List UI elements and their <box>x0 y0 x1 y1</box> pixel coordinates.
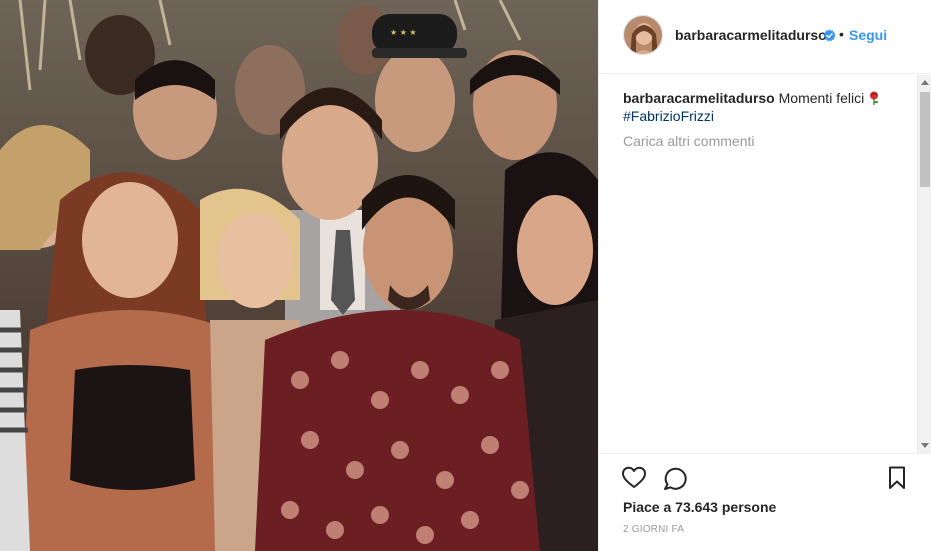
author-username[interactable]: barbaracarmelitadurso <box>675 27 827 43</box>
comments-scrollbar[interactable] <box>917 75 931 453</box>
scroll-up-arrow-icon[interactable] <box>921 80 929 85</box>
post-header: barbaracarmelitadurso • Segui <box>599 0 931 74</box>
comment-icon[interactable] <box>662 465 688 491</box>
post-details-panel: barbaracarmelitadurso • Segui barbaracar… <box>598 0 931 551</box>
heart-icon[interactable] <box>621 465 647 491</box>
hashtag-link[interactable]: #FabrizioFrizzi <box>623 107 903 125</box>
follow-button[interactable]: Segui <box>849 27 887 43</box>
post-photo[interactable]: ★ ★ ★ <box>0 0 598 551</box>
caption-username[interactable]: barbaracarmelitadurso <box>623 90 775 106</box>
avatar-image <box>624 16 662 54</box>
post-timestamp[interactable]: 2 giorni fa <box>623 524 684 535</box>
scroll-down-arrow-icon[interactable] <box>921 443 929 448</box>
svg-text:★ ★ ★: ★ ★ ★ <box>390 28 417 37</box>
caption-text: Momenti felici <box>778 90 865 106</box>
bookmark-icon[interactable] <box>884 465 910 491</box>
verified-badge-icon <box>823 29 836 42</box>
avatar[interactable] <box>623 15 663 55</box>
post-caption: barbaracarmelitadurso Momenti felici #Fa… <box>623 89 903 125</box>
load-more-comments-button[interactable]: Carica altri commenti <box>623 133 754 149</box>
comments-section: barbaracarmelitadurso Momenti felici #Fa… <box>599 75 919 453</box>
separator-dot: • <box>839 26 844 42</box>
scrollbar-thumb[interactable] <box>920 92 930 187</box>
post-actions: Piace a 73.643 persone 2 giorni fa <box>599 453 931 551</box>
post-photo-illustration: ★ ★ ★ <box>0 0 598 551</box>
likes-count[interactable]: Piace a 73.643 persone <box>623 499 776 515</box>
rose-icon <box>870 91 879 105</box>
